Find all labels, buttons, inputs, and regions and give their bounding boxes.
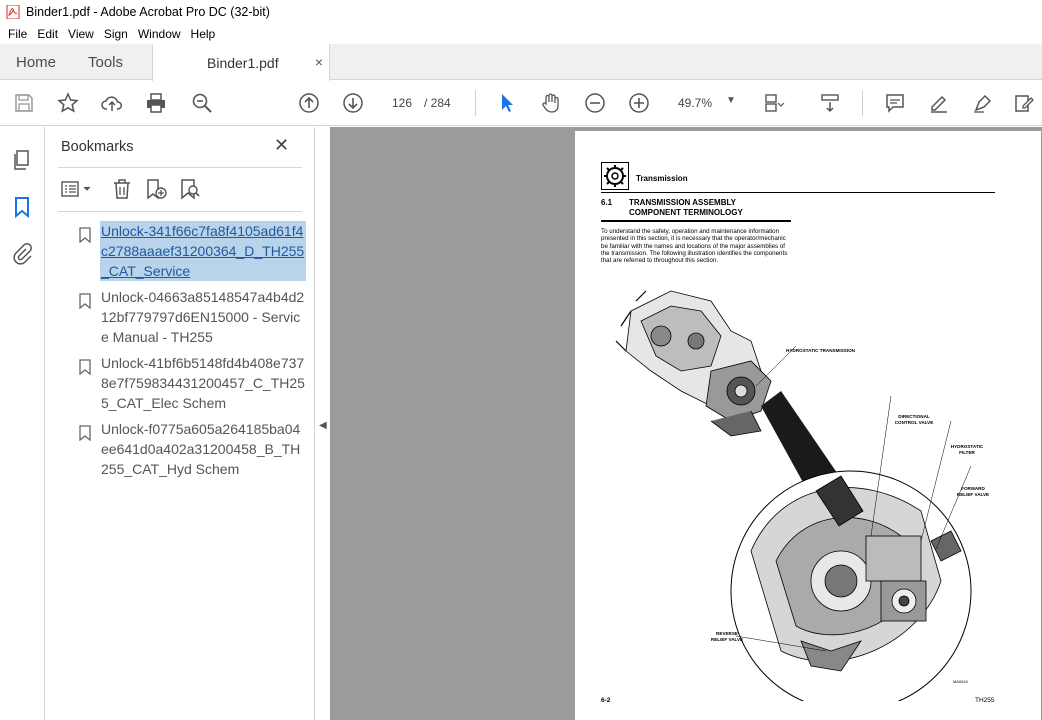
close-panel-icon[interactable]: ✕	[274, 135, 289, 156]
divider	[58, 167, 302, 168]
bookmark-label[interactable]: Unlock-41bf6b5148fd4b408e7378e7f75983443…	[100, 353, 306, 413]
select-cursor-icon[interactable]	[495, 91, 519, 115]
pdf-page: Transmission 6.1 TRANSMISSION ASSEMBLY C…	[575, 131, 1041, 720]
bookmark-options-icon[interactable]	[60, 177, 96, 201]
navigation-rail	[0, 127, 45, 720]
tab-bar: Home Tools Binder1.pdf ×	[0, 44, 1042, 81]
star-icon[interactable]	[56, 91, 80, 115]
zoom-search-icon[interactable]	[190, 91, 214, 115]
bookmark-icon	[79, 293, 91, 309]
section-number: 6.1	[601, 198, 613, 207]
window-title: Binder1.pdf - Adobe Acrobat Pro DC (32-b…	[26, 5, 270, 19]
toolbar: 126 / 284 49.7% ▼	[0, 81, 1042, 126]
divider	[58, 211, 302, 212]
highlight-pen-icon[interactable]	[927, 91, 951, 115]
sign-pen-icon[interactable]	[971, 91, 995, 115]
transmission-gear-icon	[601, 162, 629, 190]
attachment-icon[interactable]	[10, 241, 34, 265]
bookmarks-toolbar	[58, 175, 302, 205]
add-bookmark-icon[interactable]	[144, 177, 168, 201]
hand-tool-icon[interactable]	[539, 91, 563, 115]
bookmarks-panel-title: Bookmarks	[61, 139, 134, 155]
page-footer-model: TH255	[975, 697, 995, 704]
section-title: TRANSMISSION ASSEMBLY COMPONENT TERMINOL…	[629, 198, 743, 218]
transmission-illustration	[615, 290, 972, 701]
title-bar: Binder1.pdf - Adobe Acrobat Pro DC (32-b…	[0, 0, 1042, 24]
section-body-text: To understand the safety, operation and …	[601, 228, 788, 265]
menu-view[interactable]: View	[63, 27, 99, 41]
zoom-in-icon[interactable]	[627, 91, 651, 115]
acrobat-pdf-icon	[6, 5, 20, 19]
tab-document-label: Binder1.pdf	[207, 54, 279, 71]
label-hydrostatic-filter: HYDROSTATIC FILTER	[950, 444, 984, 455]
find-bookmark-icon[interactable]	[178, 177, 202, 201]
bookmark-label[interactable]: Unlock-04663a85148547a4b4d212bf779797d6E…	[100, 287, 306, 347]
header-rule	[601, 192, 995, 193]
upload-cloud-icon[interactable]	[100, 91, 124, 115]
section-title-line-1: TRANSMISSION ASSEMBLY	[629, 198, 736, 207]
tab-tools[interactable]: Tools	[88, 44, 123, 80]
bookmark-icon	[79, 227, 91, 243]
menu-file[interactable]: File	[3, 27, 32, 41]
bookmark-icon	[79, 359, 91, 375]
collapse-panel-icon[interactable]: ◀	[319, 420, 327, 431]
delete-bookmark-icon[interactable]	[110, 177, 134, 201]
document-viewport[interactable]: Transmission 6.1 TRANSMISSION ASSEMBLY C…	[330, 127, 1042, 720]
bookmarks-icon[interactable]	[10, 195, 34, 219]
page-number-input[interactable]: 126	[384, 91, 420, 115]
label-reverse-relief-valve: REVERSE RELIEF VALVE	[710, 631, 744, 642]
chevron-down-icon[interactable]: ▼	[726, 95, 736, 106]
tab-home[interactable]: Home	[16, 44, 56, 80]
menu-edit[interactable]: Edit	[32, 27, 63, 41]
label-directional-control-valve: DIRECTIONAL CONTROL VALVE	[894, 414, 934, 425]
page-header: Transmission	[636, 174, 688, 183]
menu-sign[interactable]: Sign	[99, 27, 133, 41]
fill-sign-icon[interactable]	[1012, 91, 1036, 115]
label-hydrostatic-transmission: HYDROSTATIC TRANSMISSION	[786, 348, 855, 353]
menu-help[interactable]: Help	[186, 27, 221, 41]
section-rule	[601, 220, 791, 222]
toolbar-separator	[862, 90, 863, 116]
figure-id: MA0610	[953, 679, 968, 684]
panel-splitter[interactable]: ◀	[314, 127, 330, 720]
print-icon[interactable]	[144, 91, 168, 115]
previous-page-icon[interactable]	[297, 91, 321, 115]
toolbar-separator	[475, 90, 476, 116]
label-forward-relief-valve: FORWARD RELIEF VALVE	[956, 486, 990, 497]
scroll-mode-icon[interactable]	[818, 91, 842, 115]
menu-window[interactable]: Window	[133, 27, 186, 41]
next-page-icon[interactable]	[341, 91, 365, 115]
bookmark-label[interactable]: Unlock-f0775a605a264185ba04ee641d0a402a3…	[100, 419, 306, 479]
tab-document[interactable]: Binder1.pdf ×	[152, 44, 330, 81]
page-display-icon[interactable]	[762, 91, 786, 115]
bookmarks-panel: Bookmarks ✕ Unlock-341f66c7fa8f4105ad61f…	[46, 127, 314, 720]
bookmark-label[interactable]: Unlock-341f66c7fa8f4105ad61f4c2788aaaef3…	[100, 221, 306, 281]
save-icon[interactable]	[12, 91, 36, 115]
close-tab-icon[interactable]: ×	[315, 54, 323, 70]
zoom-out-icon[interactable]	[583, 91, 607, 115]
comment-icon[interactable]	[883, 91, 907, 115]
section-title-line-2: COMPONENT TERMINOLOGY	[629, 208, 743, 217]
page-total: / 284	[424, 96, 451, 110]
page-footer-number: 6-2	[601, 697, 611, 704]
menu-bar: File Edit View Sign Window Help	[0, 24, 1042, 44]
bookmark-icon	[79, 425, 91, 441]
page-thumbnails-icon[interactable]	[10, 148, 34, 172]
